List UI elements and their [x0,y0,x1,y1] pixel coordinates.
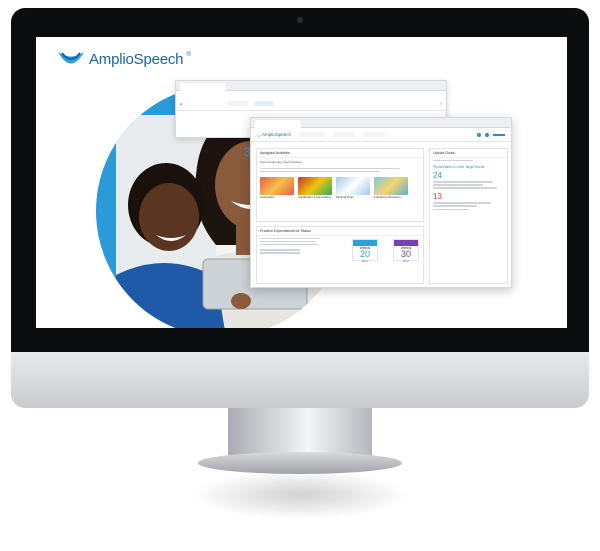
assigned-title: Assigned Activities [257,149,423,158]
kpi-value: 30 [400,249,411,259]
account-menu[interactable] [493,133,505,136]
activity-label: Vocabulary & Describing [298,194,331,199]
nav-tab-2[interactable] [332,132,355,137]
activity-thumbnail [260,176,294,195]
app-logo[interactable]: ◡ AmplioSpeech [257,132,291,138]
brand-name: AmplioSpeech [89,50,184,68]
kpi-value: 20 [359,249,370,259]
practice-title: Practice Expectations for Status [257,227,423,236]
header-actions [477,132,505,137]
activity-thumbnail [336,176,370,195]
kpi-unit: Mins [403,259,409,263]
browser-tabbar [176,81,446,91]
screen: AmplioSpeech ® ● ? ◡ AmplioSpeech Assign… [36,37,567,328]
nav-tab-1[interactable] [298,132,325,137]
activity-card[interactable]: Following Directions [374,176,408,199]
activity-card[interactable]: Articulation [260,176,294,199]
practice-card: Practice Expectations for Status Weekly … [256,226,424,284]
camera-icon [297,17,303,23]
goals-title: Upload Goals [430,149,507,158]
nav-tab-3[interactable] [362,132,385,137]
activity-list: Articulation Vocabulary & Describing Min… [257,174,423,202]
tab-back-1[interactable] [228,101,249,106]
assigned-subtitle: Most Frequently Used Activities [260,160,302,164]
help-icon[interactable]: ? [440,101,442,106]
monitor-shadow [190,470,410,520]
app-header: ◡ AmplioSpeech [251,128,511,142]
target-words-count: 24 [433,170,442,180]
monitor-stand-foot [198,452,402,474]
monitor-chin [11,352,589,408]
user-avatar[interactable] [485,132,489,137]
goals-card: Upload Goals Pronunciation & Lexer Targe… [429,148,508,284]
kpi-weekly-minutes: Weekly 20 Mins [352,239,378,263]
smile-logo-icon [58,52,84,64]
activity-label: Minimal Pairs [336,194,355,199]
trademark-mark: ® [186,52,191,58]
monitor-stand-neck [228,408,372,456]
activity-thumbnail [298,176,332,195]
activity-card[interactable]: Minimal Pairs [336,176,370,199]
mini-logo: ● [180,101,183,106]
back-window-header: ● ? [176,97,446,111]
activity-label: Following Directions [374,194,401,199]
browser-tabbar [251,118,511,128]
monitor-mockup: AmplioSpeech ® ● ? ◡ AmplioSpeech Assign… [0,0,600,551]
tab-back-2[interactable] [254,101,275,106]
brand-logo[interactable]: AmplioSpeech ® [56,49,191,69]
pending-count: 13 [433,191,442,201]
progress-label: Pronunciation & Lexer Target Words [433,164,485,169]
activity-label: Articulation [260,194,275,199]
browser-window-main: ◡ AmplioSpeech Assigned Activities Most … [250,117,512,288]
notification-icon[interactable] [477,132,481,137]
activity-thumbnail [374,176,408,195]
kpi-weekly-minutes-goal: Weekly 30 Mins [393,239,419,263]
assigned-activities-card: Assigned Activities Most Frequently Used… [256,148,424,222]
kpi-unit: Mins [362,259,368,263]
activity-card[interactable]: Vocabulary & Describing [298,176,332,199]
